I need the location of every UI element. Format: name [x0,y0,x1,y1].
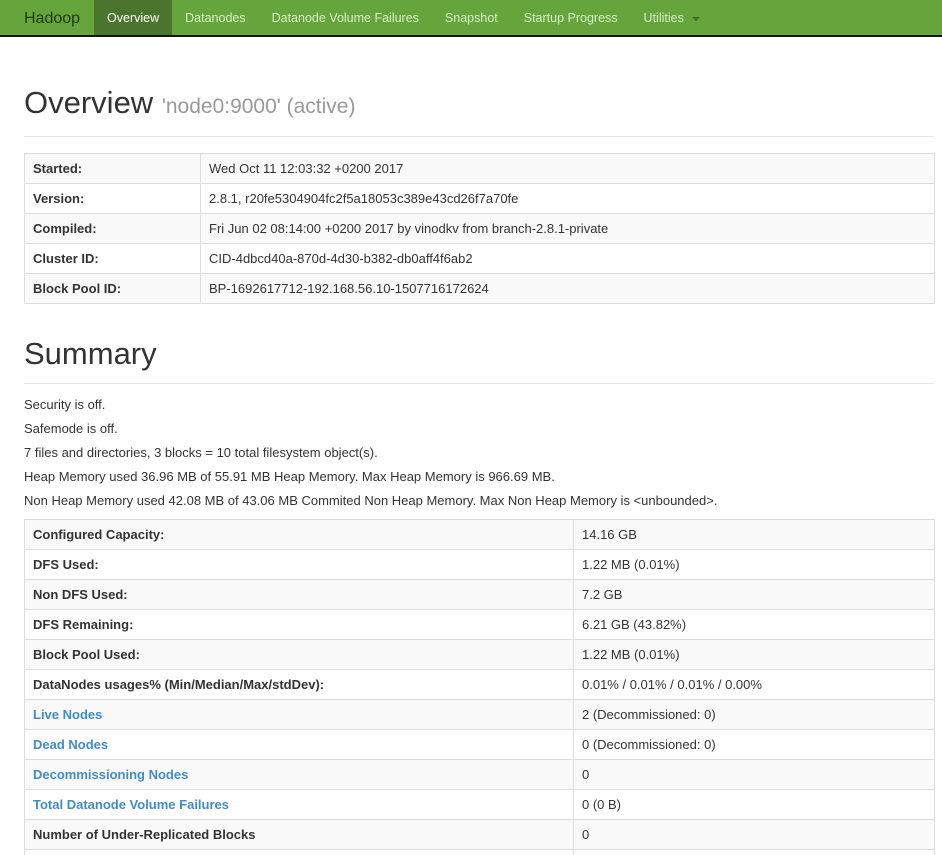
row-label: Block Pool ID: [24,273,201,304]
summary-paragraph: Security is off. [24,397,106,412]
row-label: Number of Under-Replicated Blocks [24,819,574,850]
row-label: Compiled: [24,213,201,244]
row-label: DFS Remaining: [24,609,574,640]
table-row: Block Pool Used: 1.22 MB (0.01%) [24,639,935,670]
overview-table: Started: Wed Oct 11 12:03:32 +0200 2017 … [24,153,935,304]
row-value: 1.22 MB (0.01%) [573,549,935,580]
summary-paragraphs: Security is off. Safemode is off. 7 file… [24,398,935,508]
row-value: 2.8.1, r20fe5304904fc2f5a18053c389e43cd2… [200,183,935,214]
summary-paragraph: Non Heap Memory used 42.08 MB of 43.06 M… [24,493,718,508]
page-subtitle: 'node0:9000' (active) [161,95,356,118]
row-value: Wed Oct 11 12:03:32 +0200 2017 [200,153,935,184]
table-row: Started: Wed Oct 11 12:03:32 +0200 2017 [24,153,935,184]
table-row: Cluster ID: CID-4dbcd40a-870d-4d30-b382-… [24,243,935,274]
row-label: Non DFS Used: [24,579,574,610]
navbar-menu: Overview Datanodes Datanode Volume Failu… [94,0,713,35]
nav-tab-label: Snapshot [444,11,498,25]
table-row: Compiled: Fri Jun 02 08:14:00 +0200 2017… [24,213,935,244]
table-row: DFS Used: 1.22 MB (0.01%) [24,549,935,580]
table-row: Total Datanode Volume Failures 0 (0 B) [24,789,935,820]
navbar: Hadoop Overview Datanodes Datanode Volum… [0,0,942,37]
row-label: Number of Blocks Pending Deletion [24,849,574,855]
row-value: 0 [573,849,935,855]
nav-tab-label: Datanode Volume Failures [271,11,419,25]
row-value: 1.22 MB (0.01%) [573,639,935,670]
row-value: BP-1692617712-192.168.56.10-150771617262… [200,273,935,304]
row-value: 6.21 GB (43.82%) [573,609,935,640]
table-row: Version: 2.8.1, r20fe5304904fc2f5a18053c… [24,183,935,214]
table-row: Number of Under-Replicated Blocks 0 [24,819,935,850]
nav-tab-label: Utilities [643,11,684,25]
row-label: Block Pool Used: [24,639,574,670]
row-label: Total Datanode Volume Failures [24,789,574,820]
overview-header: Overview 'node0:9000' (active) [24,83,935,137]
row-value: Fri Jun 02 08:14:00 +0200 2017 by vinodk… [200,213,935,244]
row-label: Live Nodes [24,699,574,730]
nav-dropdown-utilities[interactable]: Utilities [631,0,714,35]
row-value: CID-4dbcd40a-870d-4d30-b382-db0aff4f6ab2 [200,243,935,274]
dead-nodes-link[interactable]: Dead Nodes [33,737,108,752]
decommissioning-nodes-link[interactable]: Decommissioning Nodes [33,767,188,782]
table-row: Live Nodes 2 (Decommissioned: 0) [24,699,935,730]
navbar-brand[interactable]: Hadoop [0,0,94,35]
row-label: DFS Used: [24,549,574,580]
row-label: DataNodes usages% (Min/Median/Max/stdDev… [24,669,574,700]
row-value: 0.01% / 0.01% / 0.01% / 0.00% [573,669,935,700]
page-title-text: Overview [24,85,154,120]
table-row: DFS Remaining: 6.21 GB (43.82%) [24,609,935,640]
row-value: 14.16 GB [573,519,935,550]
row-value: 0 [573,819,935,850]
summary-paragraph: 7 files and directories, 3 blocks = 10 t… [24,445,378,460]
nav-tab-overview[interactable]: Overview [94,0,173,35]
summary-title: Summary [24,336,157,371]
page-content: Overview 'node0:9000' (active) Started: … [24,83,935,855]
row-value: 7.2 GB [573,579,935,610]
row-label: Started: [24,153,201,184]
row-label: Configured Capacity: [24,519,574,550]
table-row: Block Pool ID: BP-1692617712-192.168.56.… [24,273,935,304]
live-nodes-link[interactable]: Live Nodes [33,707,102,722]
caret-down-icon [692,16,701,21]
page-title: Overview 'node0:9000' (active) [24,83,935,127]
row-label: Dead Nodes [24,729,574,760]
table-row: Decommissioning Nodes 0 [24,759,935,790]
row-value: 2 (Decommissioned: 0) [573,699,935,730]
summary-table: Configured Capacity: 14.16 GB DFS Used: … [24,519,935,855]
nav-tab-datanode-volume-failures[interactable]: Datanode Volume Failures [259,0,432,35]
table-row: Configured Capacity: 14.16 GB [24,519,935,550]
nav-tab-label: Datanodes [185,11,246,25]
nav-tab-startup-progress[interactable]: Startup Progress [511,0,631,35]
table-row: Non DFS Used: 7.2 GB [24,579,935,610]
row-label: Version: [24,183,201,214]
row-label: Cluster ID: [24,243,201,274]
table-row: DataNodes usages% (Min/Median/Max/stdDev… [24,669,935,700]
row-value: 0 [573,759,935,790]
summary-paragraph: Safemode is off. [24,421,118,436]
table-row: Dead Nodes 0 (Decommissioned: 0) [24,729,935,760]
total-datanode-volume-failures-link[interactable]: Total Datanode Volume Failures [33,797,229,812]
row-label: Decommissioning Nodes [24,759,574,790]
summary-paragraph: Heap Memory used 36.96 MB of 55.91 MB He… [24,469,555,484]
nav-tab-snapshot[interactable]: Snapshot [432,0,511,35]
row-value: 0 (0 B) [573,789,935,820]
nav-tab-label: Startup Progress [523,11,618,25]
table-row: Number of Blocks Pending Deletion 0 [24,849,935,855]
nav-tab-label: Overview [107,11,160,25]
nav-tab-datanodes[interactable]: Datanodes [172,0,258,35]
summary-header: Summary [24,334,935,384]
row-value: 0 (Decommissioned: 0) [573,729,935,760]
